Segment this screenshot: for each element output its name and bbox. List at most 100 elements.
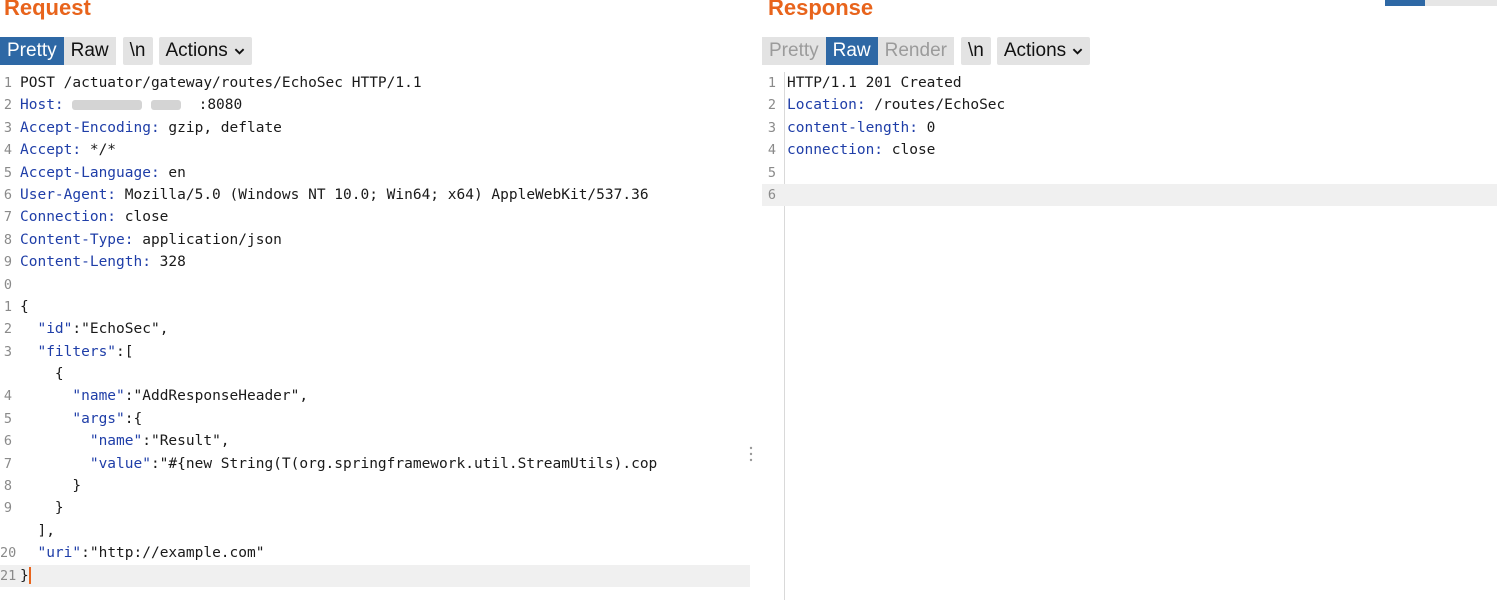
header-key: "uri"	[37, 545, 82, 562]
code-value: 0	[917, 119, 936, 136]
request-tab-raw[interactable]: Raw	[63, 37, 116, 65]
code-value: :[	[116, 343, 134, 360]
code-line[interactable]: 2 Location: /routes/EchoSec	[762, 94, 1497, 116]
code-line[interactable]: 1{	[0, 296, 750, 318]
header-key: Content-Type:	[20, 231, 134, 248]
response-newline-toggle[interactable]: \n	[960, 37, 991, 65]
header-key: connection:	[787, 142, 884, 159]
code-value: application/json	[133, 231, 282, 248]
header-key: "name"	[89, 433, 143, 450]
code-line[interactable]: 3 content-length: 0	[762, 117, 1497, 139]
code-line[interactable]: 6 User-Agent: Mozilla/5.0 (Windows NT 10.…	[0, 184, 750, 206]
header-key: Accept-Encoding:	[20, 119, 160, 136]
code-value: Mozilla/5.0 (Windows NT 10.0; Win64; x64…	[116, 186, 649, 203]
response-actions-label: Actions	[1003, 40, 1067, 61]
response-tab-raw[interactable]: Raw	[825, 37, 878, 65]
code-value: :8080	[181, 97, 243, 114]
code-text: {	[20, 296, 29, 318]
code-line[interactable]: 20 "uri":"http://example.com"	[0, 542, 750, 564]
code-value: }	[20, 567, 29, 584]
code-value: ],	[20, 522, 55, 539]
code-value: 328	[150, 254, 186, 271]
code-line[interactable]: 21}	[0, 564, 750, 587]
response-tab-pretty[interactable]: Pretty	[762, 37, 826, 65]
code-text: Location: /routes/EchoSec	[787, 94, 1005, 116]
response-title: Response	[768, 0, 874, 20]
code-text: "name":"Result",	[20, 430, 230, 452]
code-line[interactable]: 7 Connection: close	[0, 206, 750, 228]
code-text: "name":"AddResponseHeader",	[20, 385, 308, 407]
code-text: content-length: 0	[787, 117, 935, 139]
code-text: Host: :8080	[20, 94, 242, 116]
code-line[interactable]: {	[0, 363, 750, 385]
response-actions-menu[interactable]: Actions	[996, 37, 1091, 65]
line-number: 2	[767, 97, 776, 114]
code-line[interactable]: ],	[0, 520, 750, 542]
code-line[interactable]: 4 Accept: */*	[0, 139, 750, 161]
line-number: 7	[3, 455, 12, 472]
header-key: Accept-Language:	[20, 164, 160, 181]
response-pane: Response Pretty Raw Render \n Actions 1H…	[762, 0, 1497, 600]
code-text: "value":"#{new String(T(org.springframew…	[20, 453, 657, 475]
line-number: 4	[3, 388, 12, 405]
line-number: 5	[767, 164, 776, 181]
line-number: 0	[3, 276, 12, 293]
code-value: :"Result",	[142, 433, 230, 450]
line-number: 1	[767, 75, 776, 91]
line-number: 5	[3, 410, 12, 427]
code-line[interactable]: 0	[0, 274, 750, 296]
code-line[interactable]: 1 POST /actuator/gateway/routes/EchoSec H…	[0, 72, 750, 94]
code-line[interactable]: 5 Accept-Language: en	[0, 162, 750, 184]
code-value: :"EchoSec",	[72, 321, 169, 338]
header-key: "filters"	[37, 343, 117, 360]
text-cursor	[28, 567, 31, 585]
code-line[interactable]: 7 "value":"#{new String(T(org.springfram…	[0, 453, 750, 475]
request-editor[interactable]: 1 POST /actuator/gateway/routes/EchoSec H…	[0, 72, 750, 587]
code-text: ],	[20, 520, 55, 542]
header-key: content-length:	[787, 119, 918, 136]
code-line[interactable]: 5	[762, 162, 1497, 184]
code-line[interactable]: 4 "name":"AddResponseHeader",	[0, 385, 750, 407]
line-number: 7	[3, 209, 12, 226]
code-line[interactable]: 9 }	[0, 497, 750, 519]
code-text: Accept-Encoding: gzip, deflate	[20, 117, 282, 139]
response-tab-render[interactable]: Render	[877, 37, 954, 65]
request-actions-menu[interactable]: Actions	[158, 37, 252, 65]
code-line[interactable]: 8 Content-Type: application/json	[0, 229, 750, 251]
code-text: POST /actuator/gateway/routes/EchoSec HT…	[20, 72, 422, 94]
request-pane: Request Pretty Raw \n Actions 1 POST /act…	[0, 0, 753, 600]
code-line[interactable]: 4 connection: close	[762, 139, 1497, 161]
code-text: }	[20, 565, 31, 587]
code-line[interactable]: 6	[762, 183, 1497, 207]
code-line[interactable]: 9 Content-Length: 328	[0, 251, 750, 273]
line-number: 8	[3, 478, 12, 495]
code-line[interactable]: 1 HTTP/1.1 201 Created	[762, 72, 1497, 94]
line-number: 1	[3, 75, 12, 91]
code-line[interactable]: 6 "name":"Result",	[0, 430, 750, 452]
request-title: Request	[4, 0, 91, 20]
code-text: "uri":"http://example.com"	[20, 542, 264, 564]
response-toolbar: Pretty Raw Render \n Actions	[762, 36, 1096, 66]
code-text: }	[20, 497, 64, 519]
code-value: POST /actuator/gateway/routes/EchoSec HT…	[20, 75, 422, 91]
code-text: connection: close	[787, 139, 935, 161]
code-value: }	[20, 478, 82, 495]
response-editor[interactable]: 1 HTTP/1.1 201 Created 2 Location: /routes/…	[762, 72, 1497, 207]
code-line[interactable]: 3 Accept-Encoding: gzip, deflate	[0, 117, 750, 139]
header-key: "id"	[37, 321, 73, 338]
scroll-handle-icon[interactable]	[749, 446, 753, 462]
line-number: 6	[3, 433, 12, 450]
code-line[interactable]: 8 }	[0, 475, 750, 497]
code-value: :{	[124, 410, 143, 427]
code-line[interactable]: 2 Host: :8080	[0, 94, 750, 116]
code-value: gzip, deflate	[159, 119, 282, 136]
line-number: 3	[3, 343, 12, 360]
request-actions-label: Actions	[165, 40, 228, 61]
code-line[interactable]: 3 "filters":[	[0, 341, 750, 363]
code-line[interactable]: 2 "id":"EchoSec",	[0, 318, 750, 340]
request-newline-toggle[interactable]: \n	[122, 37, 153, 65]
request-tab-pretty[interactable]: Pretty	[0, 37, 64, 65]
code-value: :"AddResponseHeader",	[124, 388, 309, 405]
code-line[interactable]: 5 "args":{	[0, 408, 750, 430]
line-number: 21	[0, 567, 17, 584]
